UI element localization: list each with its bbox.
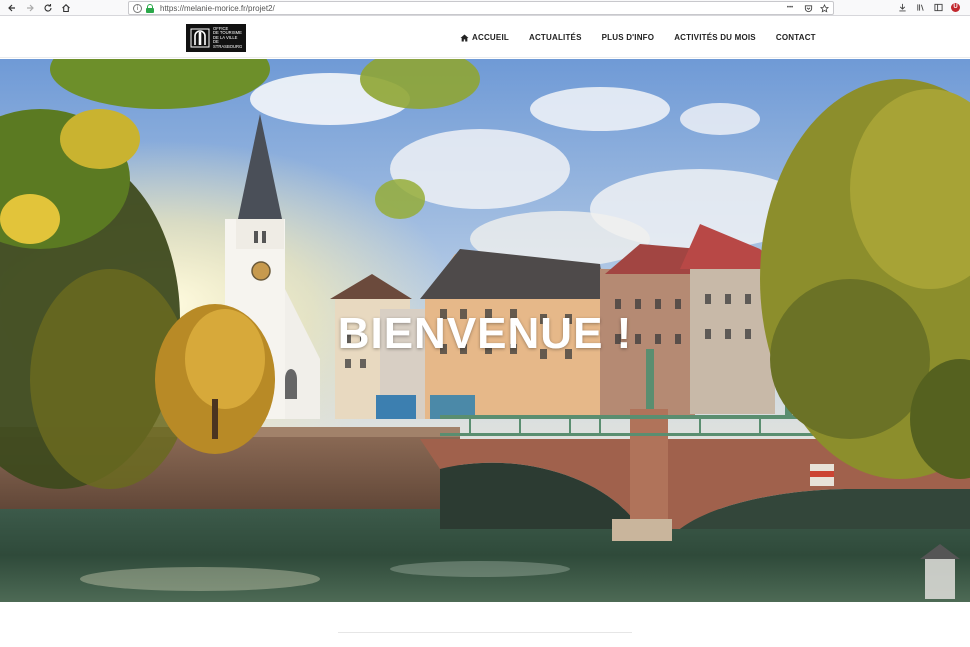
main-nav: ACCUEIL ACTUALITÉS PLUS D'INFO ACTIVITÉS… [460,17,816,58]
nav-item-contact[interactable]: CONTACT [776,33,816,42]
hero-banner: BIENVENUE ! [0,59,970,602]
extension-icon[interactable]: U [951,2,960,12]
reload-icon[interactable] [40,0,56,16]
info-icon[interactable]: i [133,3,142,13]
bookmark-star-icon[interactable] [819,3,829,13]
back-arrow-icon[interactable] [4,0,20,16]
pocket-icon[interactable] [803,3,813,13]
nav-item-accueil[interactable]: ACCUEIL [460,33,509,42]
hero-title: BIENVENUE ! [337,309,633,358]
nav-item-actualites[interactable]: ACTUALITÉS [529,33,582,42]
browser-toolbar: i https://melanie-morice.fr/projet2/ •••… [0,0,970,16]
lock-icon[interactable] [146,3,154,13]
site-header: Office de tourisme de la ville de Strasb… [0,17,970,58]
section-divider [338,632,632,633]
address-bar[interactable]: i https://melanie-morice.fr/projet2/ ••• [128,1,834,15]
forward-arrow-icon[interactable] [22,0,38,16]
home-icon [460,33,469,42]
home-icon[interactable] [58,0,74,16]
url-text[interactable]: https://melanie-morice.fr/projet2/ [160,4,275,13]
site-logo[interactable]: Office de tourisme de la ville de Strasb… [186,24,246,52]
download-icon[interactable] [897,2,907,12]
nav-item-plus-dinfo[interactable]: PLUS D'INFO [602,33,655,42]
library-icon[interactable] [915,2,925,12]
more-icon[interactable]: ••• [783,3,797,13]
sidebar-icon[interactable] [933,2,943,12]
logo-text: Office de tourisme de la ville de Strasb… [213,25,243,49]
nav-item-activites-du-mois[interactable]: ACTIVITÉS DU MOIS [674,33,756,42]
cathedral-logo-icon [190,28,210,48]
